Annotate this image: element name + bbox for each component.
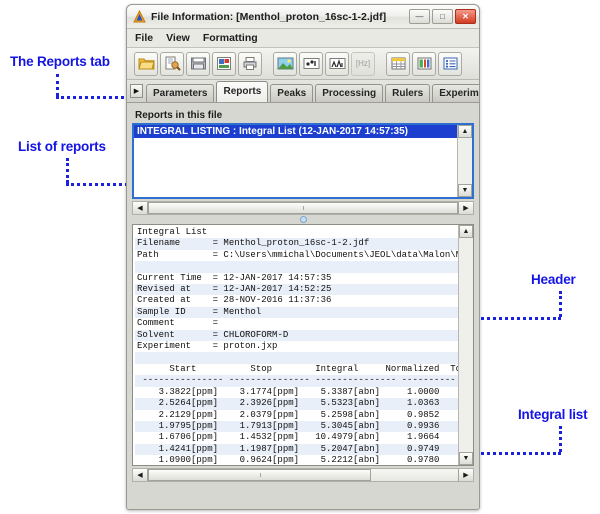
peak-label-icon[interactable]: [299, 51, 323, 76]
tab-rulers[interactable]: Rulers: [385, 84, 431, 102]
tab-peaks[interactable]: Peaks: [270, 84, 314, 102]
window-title: File Information: [Menthol_proton_16sc-1…: [151, 10, 387, 23]
report-header-line: Sample ID = Menthol: [135, 306, 458, 319]
scroll-up-icon[interactable]: ▲: [458, 125, 472, 138]
splitter-handle-icon[interactable]: [299, 216, 307, 223]
minimize-button[interactable]: —: [409, 9, 430, 24]
scroll-right-icon[interactable]: ▶: [458, 202, 473, 214]
scroll-left-icon[interactable]: ◀: [133, 469, 148, 481]
tab-experiment[interactable]: Experiment: [432, 84, 479, 102]
maximize-button[interactable]: □: [432, 9, 453, 24]
reports-pane: Reports in this file INTEGRAL LISTING : …: [127, 103, 479, 509]
annotation-header-leader-v: [559, 291, 562, 317]
menu-formatting[interactable]: Formatting: [203, 32, 258, 44]
tool-bar: [Hz]: [127, 48, 479, 80]
title-bar: File Information: [Menthol_proton_16sc-1…: [127, 5, 479, 29]
integral-curve-icon[interactable]: [325, 51, 349, 76]
report-blank-line: [135, 261, 458, 273]
reports-list-items: INTEGRAL LISTING : Integral List (12-JAN…: [134, 125, 457, 197]
window-buttons: — □ ✕: [409, 9, 476, 24]
annotation-header-leader-h: [470, 317, 561, 320]
scroll-down-icon[interactable]: ▼: [459, 452, 473, 465]
menu-bar: File View Formatting: [127, 29, 479, 48]
hscroll-track[interactable]: [148, 202, 458, 214]
list-item[interactable]: INTEGRAL LISTING : Integral List (12-JAN…: [134, 125, 457, 138]
report-table-row: 1.6706[ppm] 1.4532[ppm] 10.4979[abn] 1.9…: [137, 432, 458, 443]
annotation-list-of-reports: List of reports: [18, 139, 106, 154]
export-icon[interactable]: [212, 51, 236, 76]
open-folder-icon[interactable]: [134, 51, 158, 76]
hz-unit-button[interactable]: [Hz]: [351, 51, 375, 76]
menu-file[interactable]: File: [135, 32, 153, 44]
tab-parameters[interactable]: Parameters: [146, 84, 215, 102]
tab-strip: ▶ Parameters Reports Peaks Processing Ru…: [127, 80, 479, 103]
report-table-row: 1.4241[ppm] 1.1987[ppm] 5.2047[abn] 0.97…: [135, 443, 458, 456]
scroll-right-icon[interactable]: ▶: [458, 469, 473, 481]
report-table-separator: --------------- --------------- --------…: [135, 375, 458, 387]
pane-splitter[interactable]: [132, 215, 474, 224]
table-view-icon[interactable]: [386, 51, 410, 76]
close-button[interactable]: ✕: [455, 9, 476, 24]
tab-reports[interactable]: Reports: [216, 81, 269, 102]
report-table-row: 2.5264[ppm] 2.3926[ppm] 5.5323[abn] 1.03…: [135, 398, 458, 410]
annotation-header: Header: [531, 272, 576, 287]
grid-view-icon[interactable]: [412, 51, 436, 76]
reports-list-vscrollbar[interactable]: ▲ ▼: [457, 125, 472, 197]
report-header-line: Comment =: [137, 318, 219, 329]
report-text-view[interactable]: Integral List Filename = Menthol_proton_1…: [132, 224, 474, 466]
reports-list-container: INTEGRAL LISTING : Integral List (12-JAN…: [132, 123, 474, 215]
reports-list-hscrollbar[interactable]: ◀ ▶: [132, 201, 474, 215]
report-title-line: Integral List: [137, 227, 208, 237]
report-vscrollbar[interactable]: ▲ ▼: [458, 225, 473, 465]
hscroll-track[interactable]: [148, 469, 458, 481]
annotation-reports-tab-leader-v: [56, 74, 59, 96]
annotation-integral-leader-v: [559, 426, 562, 452]
page-search-icon[interactable]: [160, 51, 184, 76]
list-view-icon[interactable]: [438, 51, 462, 76]
report-table-row: 3.3822[ppm] 3.1774[ppm] 5.3387[abn] 1.00…: [137, 386, 458, 397]
report-table-row: 1.9795[ppm] 1.7913[ppm] 5.3045[abn] 0.99…: [135, 420, 458, 433]
reports-list-label: Reports in this file: [135, 110, 223, 121]
report-header-line: Filename = Menthol_proton_16sc-1-2.jdf: [135, 238, 458, 250]
tab-processing[interactable]: Processing: [315, 84, 384, 102]
scroll-left-icon[interactable]: ◀: [133, 202, 148, 214]
hscroll-thumb[interactable]: [148, 202, 458, 214]
report-header-line: Current Time = 12-JAN-2017 14:57:35: [137, 272, 332, 283]
report-blank-line: [135, 352, 458, 364]
hscroll-thumb[interactable]: [148, 469, 372, 481]
save-icon[interactable]: [186, 51, 210, 76]
file-information-window: File Information: [Menthol_proton_16sc-1…: [126, 4, 480, 510]
annotation-reports-tab: The Reports tab: [10, 54, 110, 69]
report-header-line: Revised at = 12-JAN-2017 14:52:25: [135, 284, 458, 296]
delta-app-icon: [133, 9, 146, 23]
image-view-icon[interactable]: [273, 51, 297, 76]
scroll-down-icon[interactable]: ▼: [458, 184, 472, 197]
tab-scroll-right-icon[interactable]: ▶: [130, 84, 143, 98]
report-hscrollbar[interactable]: ◀ ▶: [132, 468, 474, 482]
annotation-integral-leader-h: [470, 452, 561, 455]
report-header-line: Path = C:\Users\mmichal\Documents\JEOL\d…: [137, 249, 458, 260]
report-table-row: 1.0900[ppm] 0.9624[ppm] 5.2212[abn] 0.97…: [137, 455, 458, 465]
report-text-content: Integral List Filename = Menthol_proton_1…: [133, 225, 458, 465]
report-header-line: Solvent = CHLOROFORM-D: [135, 329, 458, 342]
menu-view[interactable]: View: [166, 32, 190, 44]
scroll-up-icon[interactable]: ▲: [459, 225, 473, 238]
report-table-header: Start Stop Integral Normalized Total: [137, 363, 458, 374]
reports-listbox[interactable]: INTEGRAL LISTING : Integral List (12-JAN…: [132, 123, 474, 199]
report-table-row: 2.2129[ppm] 2.0379[ppm] 5.2598[abn] 0.98…: [137, 409, 458, 420]
annotation-integral-list: Integral list: [518, 407, 588, 422]
annotation-list-leader-v: [66, 158, 69, 183]
report-header-line: Experiment = proton.jxp: [137, 341, 278, 352]
report-header-line: Created at = 28-NOV-2016 11:37:36: [137, 295, 332, 306]
print-icon[interactable]: [238, 51, 262, 76]
